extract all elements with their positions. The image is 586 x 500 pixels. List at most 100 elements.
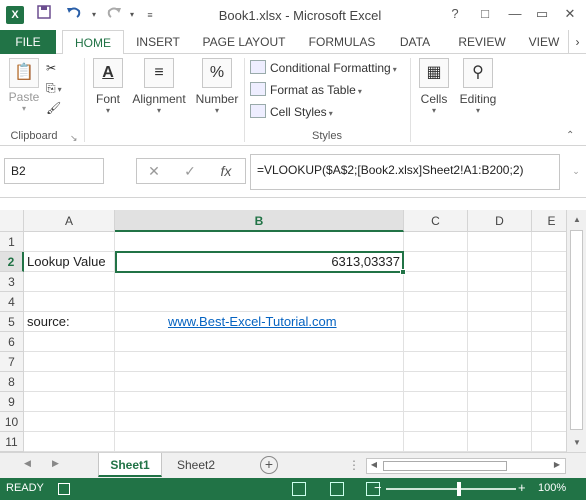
scroll-right-icon[interactable]: ▶ <box>551 460 563 469</box>
cell-a2[interactable]: Lookup Value <box>27 252 106 272</box>
tab-home[interactable]: HOME <box>62 30 124 55</box>
format-as-table-button[interactable]: Format as Table ▾ <box>250 80 362 100</box>
minimize-button[interactable]: — <box>503 3 527 25</box>
zoom-level[interactable]: 100% <box>538 482 566 494</box>
vertical-scrollbar[interactable]: ▲ ▼ <box>566 210 586 452</box>
row-header-8[interactable]: 8 <box>0 372 24 392</box>
number-label: Number <box>195 92 239 106</box>
row-header-3[interactable]: 3 <box>0 272 24 292</box>
zoom-slider-thumb[interactable] <box>457 482 461 496</box>
cell-a5[interactable]: source: <box>27 312 70 332</box>
add-sheet-icon[interactable]: + <box>260 456 278 474</box>
customize-icon[interactable]: ≡ <box>140 5 160 25</box>
page-layout-view-icon[interactable] <box>330 482 344 496</box>
vertical-scroll-thumb[interactable] <box>570 230 583 430</box>
fill-handle[interactable] <box>400 269 406 275</box>
clipboard-launcher-icon[interactable]: ↘ <box>70 128 78 148</box>
row-header-7[interactable]: 7 <box>0 352 24 372</box>
scroll-up-icon[interactable]: ▲ <box>570 213 584 227</box>
alignment-button[interactable]: ≡ Alignment ▾ <box>130 58 188 115</box>
gridline <box>467 232 468 452</box>
zoom-out-icon[interactable]: − <box>374 480 382 495</box>
tab-data[interactable]: DATA <box>392 30 438 54</box>
scroll-left-icon[interactable]: ◀ <box>368 460 380 469</box>
close-button[interactable]: ✕ <box>558 3 582 25</box>
next-sheet-icon[interactable]: ▶ <box>52 458 59 469</box>
help-button[interactable]: ? <box>443 3 467 25</box>
horizontal-scroll-thumb[interactable] <box>383 461 507 471</box>
copy-icon[interactable]: ⎘ ▾ <box>46 78 62 98</box>
font-button[interactable]: A Font ▾ <box>88 58 128 115</box>
insert-function-icon[interactable]: fx <box>212 158 240 184</box>
tab-review[interactable]: REVIEW <box>452 30 512 54</box>
clipboard-group-label: Clipboard <box>10 130 58 142</box>
cell-b5-link[interactable]: www.Best-Excel-Tutorial.com <box>168 312 337 332</box>
font-label: Font <box>95 92 120 106</box>
normal-view-icon[interactable] <box>292 482 306 496</box>
status-bar: READY − + 100% <box>0 478 586 500</box>
collapse-ribbon-icon[interactable]: ⌃ <box>566 126 574 146</box>
gridline <box>24 431 566 432</box>
cancel-icon[interactable]: ✕ <box>140 158 168 184</box>
undo-icon[interactable] <box>64 5 84 25</box>
redo-icon[interactable] <box>104 5 124 25</box>
format-painter-icon[interactable]: 🖌 <box>46 98 61 118</box>
ribbon-scroll-icon[interactable]: › <box>568 30 586 54</box>
formula-input[interactable]: =VLOOKUP($A$2;[Book2.xlsx]Sheet2!A1:B200… <box>250 154 560 190</box>
sheet-tab-sheet1[interactable]: Sheet1 <box>98 453 162 477</box>
conditional-formatting-button[interactable]: Conditional Formatting ▾ <box>250 58 397 78</box>
column-header-a[interactable]: A <box>24 210 115 232</box>
macro-recording-icon[interactable] <box>58 483 70 495</box>
cells-icon: ▦ <box>419 58 449 88</box>
restore-button[interactable]: ▭ <box>530 3 554 25</box>
row-header-1[interactable]: 1 <box>0 232 24 252</box>
gridline <box>24 371 566 372</box>
title-bar: X ▾ ▾ ≡ Book1.xlsx - Microsoft Excel ? □… <box>0 0 586 30</box>
column-header-b[interactable]: B <box>115 210 404 232</box>
scroll-down-icon[interactable]: ▼ <box>570 436 584 450</box>
tab-formulas[interactable]: FORMULAS <box>302 30 382 54</box>
undo-dropdown-icon[interactable]: ▾ <box>84 5 104 25</box>
column-header-d[interactable]: D <box>468 210 532 232</box>
row-header-11[interactable]: 11 <box>0 432 24 452</box>
row-header-5[interactable]: 5 <box>0 312 24 332</box>
save-icon[interactable] <box>34 5 54 25</box>
paste-button[interactable]: 📋 Paste ▾ <box>4 58 44 113</box>
sheet-tab-sheet2[interactable]: Sheet2 <box>166 453 226 477</box>
enter-icon[interactable]: ✓ <box>176 158 204 184</box>
row-header-2[interactable]: 2 <box>0 252 24 272</box>
column-header-e[interactable]: E <box>532 210 566 232</box>
zoom-in-icon[interactable]: + <box>518 480 526 495</box>
separator <box>244 58 245 142</box>
redo-dropdown-icon[interactable]: ▾ <box>122 5 142 25</box>
editing-button[interactable]: ⚲ Editing ▾ <box>456 58 500 115</box>
cell-styles-button[interactable]: Cell Styles ▾ <box>250 102 333 122</box>
binoculars-icon: ⚲ <box>463 58 493 88</box>
horizontal-scrollbar[interactable]: ◀ ▶ <box>366 458 566 474</box>
row-header-10[interactable]: 10 <box>0 412 24 432</box>
tab-page-layout[interactable]: PAGE LAYOUT <box>196 30 292 54</box>
styles-group-label: Styles <box>312 130 342 142</box>
worksheet-grid[interactable]: A B C D E 1 2 3 4 5 6 7 8 9 10 11 Lookup… <box>0 210 566 452</box>
cells-button[interactable]: ▦ Cells ▾ <box>414 58 454 115</box>
gridline <box>24 411 566 412</box>
select-all-corner[interactable] <box>0 210 24 232</box>
status-text: READY <box>6 482 44 494</box>
ribbon-display-button[interactable]: □ <box>473 3 497 25</box>
tab-split-icon[interactable]: ⋮ <box>348 458 360 472</box>
tab-view[interactable]: VIEW <box>522 30 566 54</box>
row-header-9[interactable]: 9 <box>0 392 24 412</box>
number-button[interactable]: % Number ▾ <box>192 58 242 115</box>
tab-insert[interactable]: INSERT <box>130 30 186 54</box>
zoom-slider[interactable] <box>386 488 516 490</box>
row-header-6[interactable]: 6 <box>0 332 24 352</box>
row-header-4[interactable]: 4 <box>0 292 24 312</box>
column-header-c[interactable]: C <box>404 210 468 232</box>
ribbon-home: 📋 Paste ▾ ✂ ⎘ ▾ 🖌 Clipboard ↘ A Font ▾ ≡ … <box>0 54 586 146</box>
expand-formula-icon[interactable]: ⌄ <box>562 158 586 184</box>
gridline <box>531 232 532 452</box>
prev-sheet-icon[interactable]: ◀ <box>24 458 31 469</box>
name-box[interactable]: B2 <box>4 158 104 184</box>
cut-icon[interactable]: ✂ <box>46 58 56 78</box>
tab-file[interactable]: FILE <box>0 30 56 54</box>
